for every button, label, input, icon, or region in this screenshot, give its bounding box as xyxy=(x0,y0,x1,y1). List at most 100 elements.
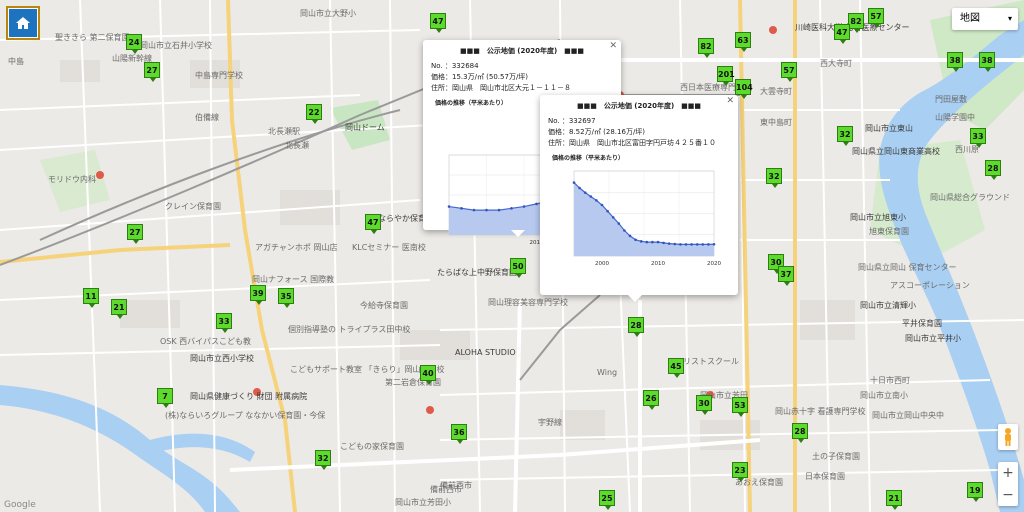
data-point xyxy=(497,208,501,212)
price-marker[interactable]: 33 xyxy=(970,128,986,148)
map-canvas[interactable]: 岡山市立大野小 聖ききら 第二保育園 岡山市立石井小学校 中島専門学校 岡山ドーム 北長瀬… xyxy=(0,0,1024,512)
map-label: 岡山市立東山 xyxy=(865,124,913,133)
price-marker[interactable]: 82 xyxy=(848,13,864,33)
price-marker[interactable]: 47 xyxy=(834,24,850,44)
map-label: 十日市西町 xyxy=(870,376,910,385)
price-marker[interactable]: 36 xyxy=(451,424,467,444)
map-label: 岡山県立岡山東商業高校 xyxy=(852,147,940,156)
data-point xyxy=(690,243,693,246)
popup-address: 住所：岡山県 岡山市北区富田字円戸坊４２５番１０ xyxy=(548,139,716,147)
map-label: 岡山市立旭東小 xyxy=(850,213,906,222)
data-point xyxy=(628,234,632,238)
price-marker[interactable]: 201 xyxy=(717,66,735,86)
price-marker[interactable]: 104 xyxy=(735,79,753,99)
price-marker[interactable]: 57 xyxy=(868,8,884,28)
price-marker[interactable]: 30 xyxy=(696,395,712,415)
price-marker[interactable]: 50 xyxy=(510,258,526,278)
zoom-control: + − xyxy=(998,462,1018,506)
map-label: 宇野線 xyxy=(538,418,562,427)
price-marker[interactable]: 32 xyxy=(766,168,782,188)
map-label: 岡山理容美容専門学校 xyxy=(488,298,568,307)
price-marker[interactable]: 63 xyxy=(735,32,751,52)
zoom-out-button[interactable]: − xyxy=(998,484,1018,506)
home-icon xyxy=(9,9,37,37)
price-marker[interactable]: 7 xyxy=(157,388,173,408)
data-point xyxy=(651,240,654,244)
data-point xyxy=(712,242,716,246)
map-label: 旭東保育園 xyxy=(869,227,909,236)
price-marker[interactable]: 21 xyxy=(886,490,902,510)
price-marker[interactable]: 32 xyxy=(315,450,331,470)
price-marker[interactable]: 38 xyxy=(979,52,995,72)
price-marker[interactable]: 24 xyxy=(126,34,142,54)
map-label: クレイン保育園 xyxy=(165,202,221,211)
data-point xyxy=(684,243,688,246)
data-point xyxy=(583,191,587,194)
price-marker[interactable]: 27 xyxy=(144,62,160,82)
data-point xyxy=(522,205,526,208)
price-marker[interactable]: 28 xyxy=(792,423,808,443)
map-label: 大雲寺町 xyxy=(760,87,792,96)
data-point xyxy=(572,181,576,184)
price-marker[interactable]: 38 xyxy=(947,52,963,72)
price-marker[interactable]: 35 xyxy=(278,288,294,308)
price-marker[interactable]: 53 xyxy=(732,397,748,417)
price-marker[interactable]: 22 xyxy=(306,104,322,124)
x-tick-label: 2000 xyxy=(595,261,609,267)
data-point xyxy=(667,242,671,245)
close-icon[interactable]: ✕ xyxy=(726,96,734,106)
price-marker[interactable]: 28 xyxy=(628,317,644,337)
map-label: 山陽学園中 xyxy=(935,113,975,122)
map-label: 岡山県立岡山 保育センター xyxy=(858,263,957,272)
map-label: 岡山市立清輝小 xyxy=(860,301,916,310)
popup-title: ■■■ 公示地価 (2020年度) ■■■ xyxy=(459,47,584,55)
map-label: 東中島町 xyxy=(760,118,792,127)
map-label: 岡山市立平井小 xyxy=(905,334,961,343)
price-marker[interactable]: 19 xyxy=(967,482,983,502)
price-marker[interactable]: 21 xyxy=(111,299,127,319)
price-marker[interactable]: 39 xyxy=(250,285,266,305)
street-view-pegman[interactable] xyxy=(998,424,1018,450)
data-point xyxy=(595,199,598,202)
price-marker[interactable]: 27 xyxy=(127,224,143,244)
price-marker[interactable]: 28 xyxy=(985,160,1001,180)
info-window-332697: ✕ ■■■ 公示地価 (2020年度) ■■■ No. ：332697 価格：8… xyxy=(540,95,738,302)
map-label: 個別指導塾の トライプラス田中校 xyxy=(288,325,411,334)
map-label: 岡山県健康づくり 財団 附属病院 xyxy=(190,392,308,401)
price-marker[interactable]: 82 xyxy=(698,38,714,58)
map-label: 中島専門学校 xyxy=(195,71,243,80)
data-point xyxy=(695,243,699,246)
zoom-in-button[interactable]: + xyxy=(998,462,1018,484)
price-marker[interactable]: 25 xyxy=(599,490,615,510)
price-marker[interactable]: 33 xyxy=(216,313,232,333)
map-type-select[interactable]: 地図 ▾ xyxy=(952,8,1018,30)
popup-price: 価格：8.52万/㎡ (28.16万/坪) xyxy=(548,128,646,136)
price-marker[interactable]: 47 xyxy=(365,214,381,234)
price-marker[interactable]: 26 xyxy=(643,390,659,410)
data-point xyxy=(617,222,621,225)
price-marker[interactable]: 37 xyxy=(778,266,794,286)
map-label: 岡山市立岡山中央中 xyxy=(872,411,944,420)
price-marker[interactable]: 47 xyxy=(430,13,446,33)
map-label: 伯備線 xyxy=(195,113,219,122)
data-point xyxy=(460,207,463,210)
close-icon[interactable]: ✕ xyxy=(609,41,617,51)
price-marker[interactable]: 40 xyxy=(420,365,436,385)
price-marker[interactable]: 32 xyxy=(837,126,853,146)
price-marker[interactable]: 11 xyxy=(83,288,99,308)
popup-number: No. ：332697 xyxy=(548,117,596,125)
price-marker[interactable]: 45 xyxy=(668,358,684,378)
home-button[interactable] xyxy=(6,6,40,40)
data-point xyxy=(611,216,615,219)
x-tick-label: 2020 xyxy=(707,261,721,267)
map-label: 中島 xyxy=(8,57,24,66)
map-label: 門田屋敷 xyxy=(935,95,967,104)
price-marker[interactable]: 23 xyxy=(732,462,748,482)
map-label: リストスクール xyxy=(683,357,739,366)
map-label: 岡山市立大野小 xyxy=(300,9,356,18)
data-point xyxy=(623,229,626,232)
price-marker[interactable]: 57 xyxy=(781,62,797,82)
data-point xyxy=(600,203,604,207)
chevron-down-icon: ▾ xyxy=(1007,14,1012,23)
data-point xyxy=(447,205,451,208)
